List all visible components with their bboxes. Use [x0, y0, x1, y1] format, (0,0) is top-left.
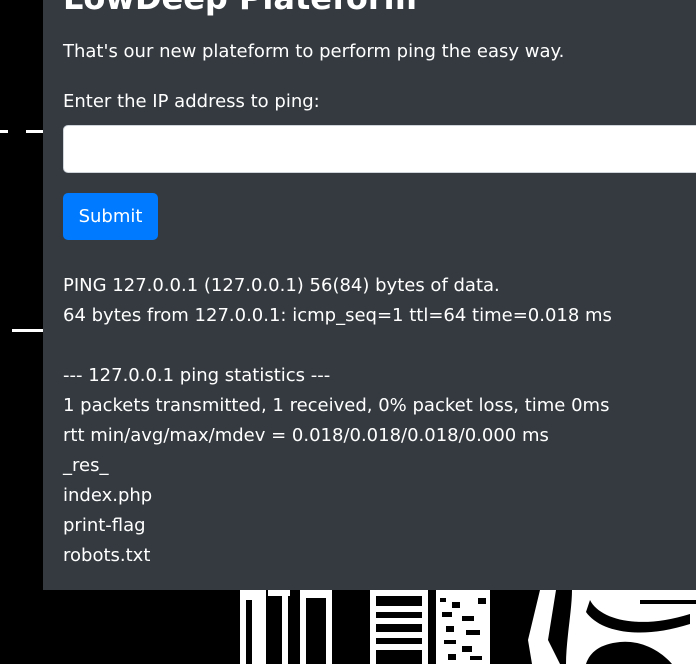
output-line: --- 127.0.0.1 ping statistics --- [63, 365, 331, 386]
ip-address-input[interactable] [63, 125, 696, 173]
ping-panel: LowDeep Plateform That's our new platefo… [43, 0, 696, 590]
ping-output: PING 127.0.0.1 (127.0.0.1) 56(84) bytes … [63, 271, 612, 571]
output-line: _res_ [63, 455, 109, 476]
output-line: robots.txt [63, 545, 151, 566]
output-line: index.php [63, 485, 153, 506]
output-line: 1 packets transmitted, 1 received, 0% pa… [63, 395, 610, 416]
output-line: rtt min/avg/max/mdev = 0.018/0.018/0.018… [63, 425, 549, 446]
output-line: print-flag [63, 515, 146, 536]
output-line: 64 bytes from 127.0.0.1: icmp_seq=1 ttl=… [63, 305, 612, 326]
output-line: PING 127.0.0.1 (127.0.0.1) 56(84) bytes … [63, 275, 500, 296]
page-title: LowDeep Plateform [63, 0, 417, 18]
submit-button[interactable]: Submit [63, 193, 158, 240]
page-description: That's our new plateform to perform ping… [63, 41, 565, 62]
ip-address-label: Enter the IP address to ping: [63, 91, 320, 112]
